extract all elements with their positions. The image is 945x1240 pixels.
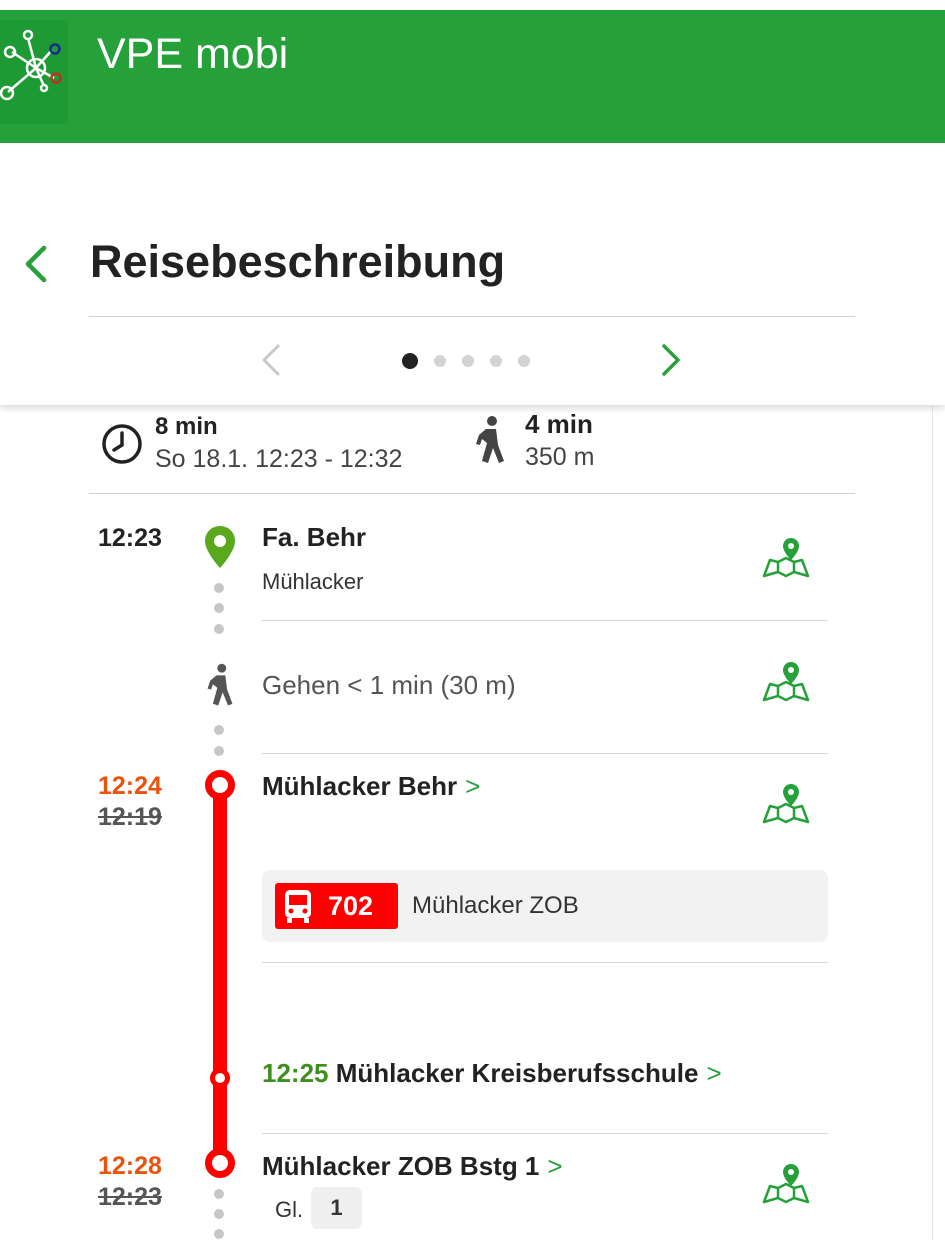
- origin-pin-icon: [203, 524, 237, 572]
- board-time-planned: 12:19: [98, 803, 162, 831]
- map-icon[interactable]: [762, 536, 810, 582]
- boarding-stop-marker: [205, 770, 235, 800]
- board-time-actual: 12:24: [98, 772, 162, 800]
- board-stop-name: Mühlacker Behr: [262, 771, 458, 801]
- line-number: 702: [328, 891, 374, 921]
- alight-stop-name: Mühlacker ZOB Bstg 1: [262, 1151, 540, 1181]
- pager-dot[interactable]: [402, 353, 418, 369]
- walking-person-icon: [204, 662, 236, 710]
- origin-time: 12:23: [98, 524, 162, 552]
- pager-dot[interactable]: [462, 355, 474, 367]
- map-icon[interactable]: [762, 782, 810, 828]
- intermediate-time: 12:25: [262, 1058, 329, 1088]
- path-dot: [214, 583, 224, 593]
- duration: 8 min: [155, 413, 218, 440]
- alight-time-actual: 12:28: [98, 1152, 162, 1180]
- pager-dot[interactable]: [434, 355, 446, 367]
- path-dot: [214, 624, 224, 634]
- scroll-edge: [932, 405, 933, 1240]
- board-stop-link[interactable]: Mühlacker Behr >: [262, 771, 480, 802]
- summary-divider: [89, 493, 855, 494]
- alight-stop-link[interactable]: Mühlacker ZOB Bstg 1 >: [262, 1151, 563, 1182]
- bus-route-line: [213, 790, 227, 1160]
- bus-icon: [283, 888, 313, 924]
- row-divider: [262, 753, 828, 754]
- path-dot: [214, 725, 224, 735]
- walk-distance: 350 m: [525, 443, 595, 471]
- map-icon[interactable]: [762, 1162, 810, 1208]
- path-dot: [214, 1209, 224, 1219]
- next-connection-icon[interactable]: [658, 342, 684, 378]
- previous-connection-icon[interactable]: [258, 342, 284, 378]
- chevron-right-icon: >: [465, 771, 481, 801]
- intermediate-stop-marker: [210, 1068, 230, 1088]
- chevron-right-icon: >: [706, 1058, 722, 1088]
- intermediate-stop-name: Mühlacker Kreisberufsschule: [335, 1058, 699, 1088]
- connection-pager: [402, 353, 530, 369]
- app-logo-icon: [0, 20, 68, 124]
- date-range: So 18.1. 12:23 - 12:32: [155, 445, 403, 473]
- app-title: VPE mobi: [97, 30, 289, 78]
- path-dot: [214, 1229, 224, 1239]
- path-dot: [214, 746, 224, 756]
- page-title: Reisebeschreibung: [90, 236, 506, 287]
- trip-details[interactable]: 702 Mühlacker ZOB: [262, 870, 828, 942]
- back-chevron-icon[interactable]: [22, 244, 52, 284]
- path-dot: [214, 603, 224, 613]
- path-dot: [214, 1189, 224, 1199]
- origin-place: Mühlacker: [262, 569, 364, 594]
- platform-label: Gl.: [275, 1197, 304, 1222]
- row-divider: [262, 620, 828, 621]
- walk-time: 4 min: [525, 409, 593, 439]
- row-divider: [262, 1133, 828, 1134]
- alighting-stop-marker: [205, 1148, 235, 1178]
- row-divider: [262, 962, 828, 963]
- origin-stop-name[interactable]: Fa. Behr: [262, 522, 366, 553]
- pager-dot[interactable]: [518, 355, 530, 367]
- walking-person-icon: [472, 415, 508, 467]
- clock-icon: [100, 422, 144, 466]
- chevron-right-icon: >: [547, 1151, 563, 1181]
- map-icon[interactable]: [762, 660, 810, 706]
- alight-time-planned: 12:23: [98, 1183, 162, 1211]
- platform-number: 1: [311, 1187, 362, 1229]
- trip-destination: Mühlacker ZOB: [412, 892, 579, 919]
- intermediate-stop-link[interactable]: 12:25 Mühlacker Kreisberufsschule >: [262, 1058, 722, 1089]
- pager-dot[interactable]: [490, 355, 502, 367]
- title-divider: [89, 316, 855, 317]
- line-badge: 702: [275, 883, 398, 929]
- walk-segment-text: Gehen < 1 min (30 m): [262, 670, 516, 700]
